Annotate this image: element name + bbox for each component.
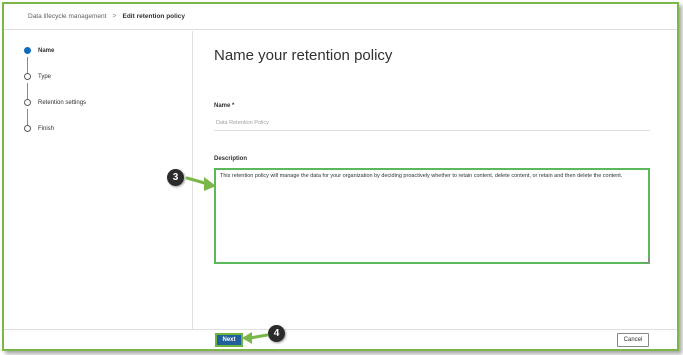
description-field[interactable]: This retention policy will manage the da… [214, 168, 650, 264]
breadcrumb-separator: > [112, 13, 117, 20]
breadcrumb: Data lifecycle management > Edit retenti… [4, 4, 677, 30]
breadcrumb-root-link[interactable]: Data lifecycle management [28, 13, 106, 20]
step-pending-icon [24, 99, 31, 106]
step-name[interactable]: Name [24, 47, 54, 54]
breadcrumb-current: Edit retention policy [122, 13, 185, 20]
step-label: Type [38, 73, 52, 80]
page-title: Name your retention policy [214, 47, 393, 64]
next-button[interactable]: Next [215, 333, 243, 347]
resize-grip-icon[interactable] [644, 258, 649, 263]
name-input[interactable] [214, 115, 650, 131]
callout-arrow-3 [185, 176, 216, 191]
step-label: Retention settings [38, 99, 87, 106]
name-label: Name * [214, 103, 235, 109]
description-label: Description [214, 156, 248, 162]
step-type[interactable]: Type [24, 73, 51, 80]
step-pending-icon [24, 125, 31, 132]
wizard-steps: Name Type Retention settings Finish [4, 31, 193, 329]
step-label: Name [38, 47, 55, 54]
main-panel: Name your retention policy Name * Descri… [214, 31, 654, 329]
cancel-button[interactable]: Cancel [617, 333, 649, 347]
step-label: Finish [38, 125, 55, 132]
step-finish[interactable]: Finish [24, 125, 54, 132]
app-window: Data lifecycle management > Edit retenti… [2, 2, 679, 351]
step-retention-settings[interactable]: Retention settings [24, 99, 86, 106]
footer-bar: Next Cancel [4, 329, 677, 349]
step-pending-icon [24, 73, 31, 80]
callout-arrow-4 [242, 332, 269, 344]
callout-badge-3: 3 [167, 169, 184, 186]
step-current-icon [24, 47, 31, 54]
